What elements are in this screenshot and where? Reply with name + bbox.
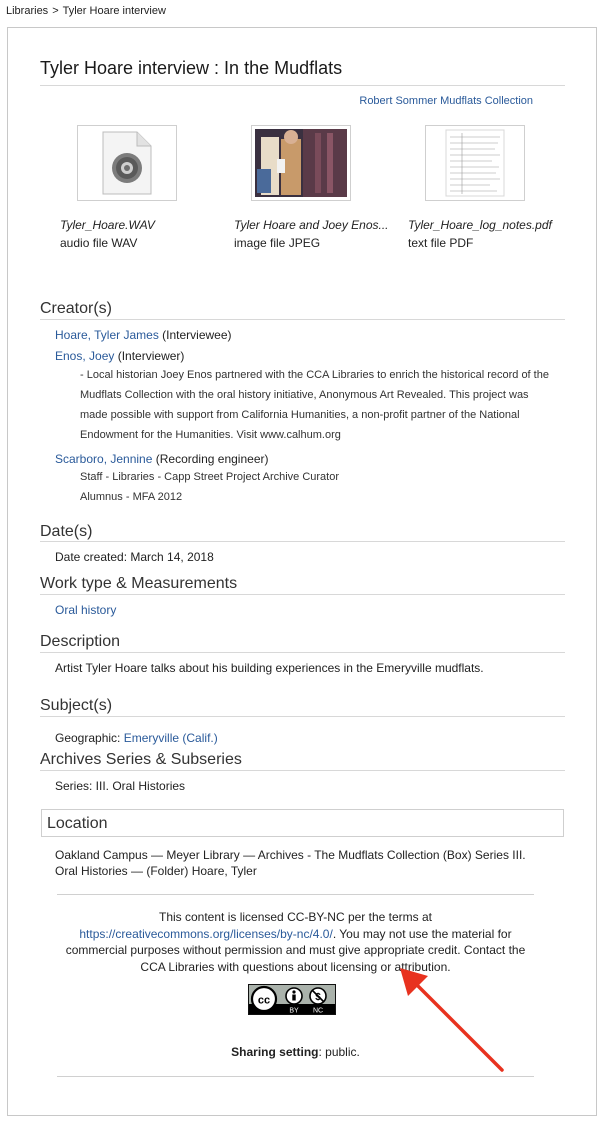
section-divider <box>40 770 565 771</box>
work-type-link[interactable]: Oral history <box>55 603 116 617</box>
breadcrumb-separator: > <box>52 5 59 17</box>
by-text: BY <box>289 1008 299 1015</box>
description-text: Artist Tyler Hoare talks about his build… <box>55 661 484 675</box>
creator-note: Alumnus - MFA 2012 <box>80 491 183 503</box>
sharing-value: : public. <box>318 1045 360 1059</box>
sharing-label: Sharing setting <box>231 1045 319 1059</box>
creator-link[interactable]: Enos, Joey <box>55 349 114 363</box>
creator-2: Enos, Joey (Interviewer) <box>55 349 184 363</box>
file-type: text file PDF <box>408 236 474 250</box>
breadcrumb-current: Tyler Hoare interview <box>62 5 166 17</box>
cc-by-nc-badge[interactable]: cc $ BY NC <box>248 984 336 1015</box>
file-type: audio file WAV <box>60 236 138 250</box>
description-heading: Description <box>40 633 121 650</box>
breadcrumb-libraries-link[interactable]: Libraries <box>6 5 48 17</box>
collection-link[interactable]: Robert Sommer Mudflats Collection <box>359 95 533 107</box>
creator-role: (Recording engineer) <box>155 452 269 466</box>
file-name[interactable]: Tyler Hoare and Joey Enos... <box>234 218 394 232</box>
item-panel: Tyler Hoare interview : In the Mudflats … <box>7 27 597 1116</box>
location-text: Oakland Campus — Meyer Library — Archive… <box>55 848 526 878</box>
creator-1: Hoare, Tyler James (Interviewee) <box>55 328 232 342</box>
dates-heading: Date(s) <box>40 523 93 540</box>
location-heading-box: Location <box>41 809 564 837</box>
red-arrow-annotation <box>400 968 504 1072</box>
breadcrumb: Libraries > Tyler Hoare interview <box>6 5 166 17</box>
creator-note: Staff - Libraries - Capp Street Project … <box>80 471 340 483</box>
section-divider <box>40 541 565 542</box>
subject-geographic: Geographic: Emeryville (Calif.) <box>55 731 218 745</box>
license-url-link[interactable]: https://creativecommons.org/licenses/by-… <box>79 927 332 941</box>
creator-note: - Local historian Joey Enos partnered wi… <box>80 369 549 441</box>
file-item-pdf[interactable]: Tyler_Hoare_log_notes.pdf text file PDF <box>408 125 568 250</box>
subject-label: Geographic: <box>55 731 121 745</box>
creator-role: (Interviewer) <box>117 349 185 363</box>
section-divider <box>40 319 565 320</box>
file-type: image file JPEG <box>234 236 321 250</box>
page-title: Tyler Hoare interview : In the Mudflats <box>40 58 343 78</box>
location-heading: Location <box>47 815 108 832</box>
creator-role: (Interviewee) <box>162 328 232 342</box>
license-divider <box>57 894 534 895</box>
archives-heading: Archives Series & Subseries <box>40 751 242 768</box>
date-created: Date created: March 14, 2018 <box>55 550 214 564</box>
license-pre: This content is licensed CC-BY-NC per th… <box>159 910 432 924</box>
section-divider <box>40 716 565 717</box>
nc-text: NC <box>313 1008 323 1015</box>
creator-link[interactable]: Scarboro, Jennine <box>55 452 152 466</box>
archives-series: Series: III. Oral Histories <box>55 779 186 793</box>
subjects-heading: Subject(s) <box>40 697 113 714</box>
photo-thumbnail[interactable] <box>251 125 351 201</box>
file-item-image[interactable]: Tyler Hoare and Joey Enos... image file … <box>234 125 394 250</box>
section-divider <box>40 652 565 653</box>
file-name[interactable]: Tyler_Hoare_log_notes.pdf <box>408 218 568 232</box>
document-thumbnail[interactable] <box>425 125 525 201</box>
title-divider <box>40 85 565 86</box>
cc-text: cc <box>258 995 270 1007</box>
creator-3: Scarboro, Jennine (Recording engineer) <box>55 452 268 466</box>
file-item-audio[interactable]: Tyler_Hoare.WAV audio file WAV <box>60 125 220 250</box>
audio-file-icon[interactable] <box>77 125 177 201</box>
work-type-heading: Work type & Measurements <box>40 575 238 592</box>
subject-link[interactable]: Emeryville (Calif.) <box>124 731 218 745</box>
creator-link[interactable]: Hoare, Tyler James <box>55 328 159 342</box>
file-name[interactable]: Tyler_Hoare.WAV <box>60 218 220 232</box>
section-divider <box>40 594 565 595</box>
creators-heading: Creator(s) <box>40 300 113 317</box>
